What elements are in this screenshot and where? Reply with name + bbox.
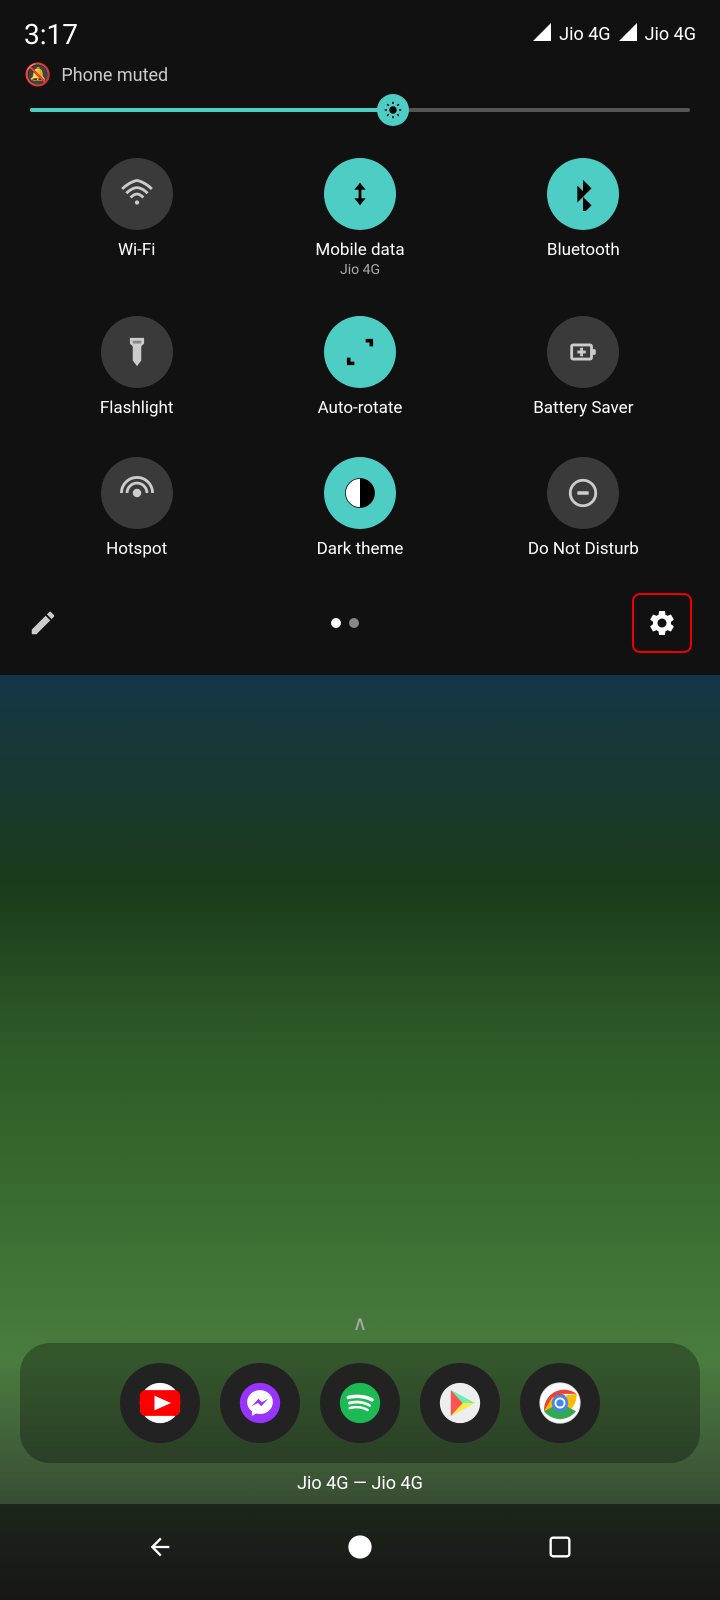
page-dot-1[interactable] xyxy=(331,618,341,628)
tile-hotspot[interactable]: Hotspot xyxy=(30,441,243,571)
carrier1-label: Jio 4G xyxy=(559,24,610,45)
auto-rotate-label: Auto-rotate xyxy=(318,398,403,418)
carrier-text: Jio 4G — Jio 4G xyxy=(0,1473,720,1494)
tile-bluetooth[interactable]: Bluetooth xyxy=(477,142,690,290)
battery-saver-label: Battery Saver xyxy=(533,398,633,418)
mute-icon: 🔕 xyxy=(24,63,51,88)
mobile-data-icon-bg xyxy=(324,158,396,230)
wifi-icon-bg xyxy=(101,158,173,230)
auto-rotate-icon-bg xyxy=(324,316,396,388)
back-button[interactable] xyxy=(135,1522,185,1572)
battery-saver-icon-bg xyxy=(547,316,619,388)
tile-do-not-disturb[interactable]: Do Not Disturb xyxy=(477,441,690,571)
mobile-data-sublabel: Jio 4G xyxy=(340,262,380,278)
status-time: 3:17 xyxy=(24,18,78,51)
quick-settings-panel: 3:17 Jio 4G Jio 4G 🔕 Phone muted xyxy=(0,0,720,675)
edit-button[interactable] xyxy=(28,608,58,638)
home-screen: ∧ xyxy=(0,1311,720,1600)
tile-mobile-data[interactable]: Mobile data Jio 4G xyxy=(253,142,466,290)
flashlight-label: Flashlight xyxy=(100,398,174,418)
settings-button[interactable] xyxy=(632,593,692,653)
hotspot-label: Hotspot xyxy=(106,539,167,559)
chrome-app-icon[interactable] xyxy=(520,1363,600,1443)
navigation-bar xyxy=(0,1504,720,1600)
page-dots xyxy=(331,618,359,628)
wifi-label: Wi-Fi xyxy=(118,240,155,260)
messenger-app-icon[interactable] xyxy=(220,1363,300,1443)
phone-muted-text: Phone muted xyxy=(61,65,168,86)
dark-theme-icon-bg xyxy=(324,457,396,529)
flashlight-icon-bg xyxy=(101,316,173,388)
brightness-thumb[interactable] xyxy=(377,94,409,126)
bluetooth-icon-bg xyxy=(547,158,619,230)
status-right: Jio 4G Jio 4G xyxy=(533,23,696,46)
notification-bar: 🔕 Phone muted xyxy=(0,59,720,98)
mobile-data-label: Mobile data xyxy=(315,240,404,260)
play-store-app-icon[interactable] xyxy=(420,1363,500,1443)
signal-icon-1 xyxy=(533,23,551,46)
tile-dark-theme[interactable]: Dark theme xyxy=(253,441,466,571)
dnd-label: Do Not Disturb xyxy=(528,539,639,559)
dnd-icon-bg xyxy=(547,457,619,529)
youtube-app-icon[interactable] xyxy=(120,1363,200,1443)
carrier2-label: Jio 4G xyxy=(645,24,696,45)
hotspot-icon-bg xyxy=(101,457,173,529)
tiles-grid: Wi-Fi Mobile data Jio 4G Bluetooth xyxy=(0,132,720,581)
recents-button[interactable] xyxy=(535,1522,585,1572)
tile-battery-saver[interactable]: Battery Saver xyxy=(477,300,690,430)
spotify-app-icon[interactable] xyxy=(320,1363,400,1443)
page-dot-2[interactable] xyxy=(349,618,359,628)
bluetooth-label: Bluetooth xyxy=(547,240,620,260)
brightness-slider[interactable] xyxy=(30,108,690,112)
status-bar: 3:17 Jio 4G Jio 4G xyxy=(0,0,720,59)
home-button[interactable] xyxy=(335,1522,385,1572)
tile-wifi[interactable]: Wi-Fi xyxy=(30,142,243,290)
tile-auto-rotate[interactable]: Auto-rotate xyxy=(253,300,466,430)
qs-bottom-bar xyxy=(0,581,720,665)
dark-theme-label: Dark theme xyxy=(317,539,404,559)
tile-flashlight[interactable]: Flashlight xyxy=(30,300,243,430)
signal-icon-2 xyxy=(619,23,637,46)
swipe-up-indicator: ∧ xyxy=(0,1311,720,1335)
app-dock xyxy=(20,1343,700,1463)
brightness-row xyxy=(0,98,720,132)
